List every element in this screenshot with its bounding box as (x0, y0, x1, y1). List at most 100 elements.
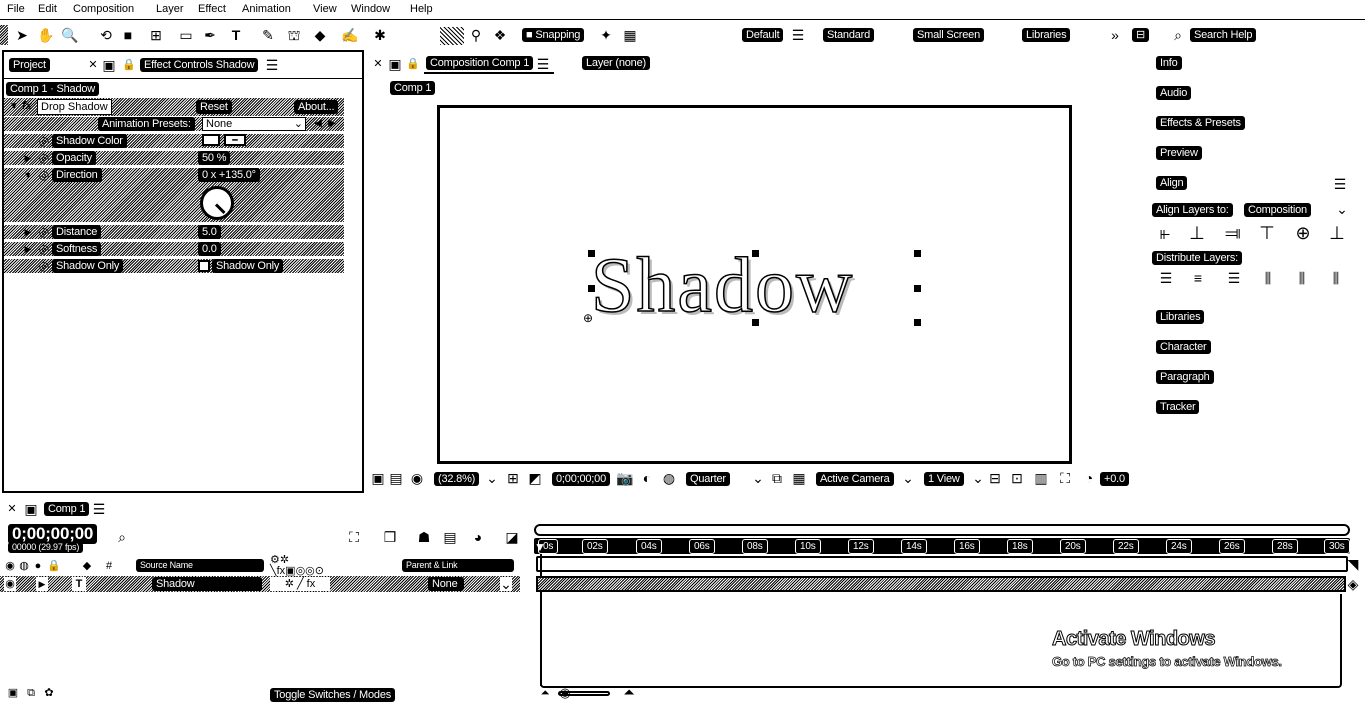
collapse-triangle-icon[interactable]: ▼ (8, 98, 20, 116)
tab-composition[interactable]: Composition Comp 1 (426, 56, 534, 70)
pan-behind-icon[interactable]: ⊞ (146, 25, 166, 45)
toggle-pixel-icon[interactable]: ⊟ (986, 470, 1004, 486)
zoom-tool-icon[interactable]: 🔍 (60, 25, 80, 45)
stopwatch-icon[interactable]: ◎ (38, 259, 50, 273)
panel-effects-presets[interactable]: Effects & Presets (1156, 116, 1245, 130)
eye-icon[interactable]: ◉ (4, 577, 16, 591)
comp-chip[interactable]: Comp 1 (390, 81, 436, 95)
layer-switches-icon[interactable]: ✲ ╱ fx (270, 577, 330, 591)
snap-grid-icon[interactable]: ▦ (620, 25, 640, 45)
close-icon[interactable]: ✕ (86, 56, 100, 74)
stopwatch-icon[interactable]: ◎ (38, 151, 50, 165)
distribute-h-center-icon[interactable]: ⫼ (1292, 268, 1312, 288)
world-axis-icon[interactable]: ❖ (490, 25, 510, 45)
align-left-icon[interactable]: ⫦ (1154, 222, 1176, 244)
playhead-icon[interactable]: ▼ (534, 540, 546, 554)
flowchart-icon[interactable]: ⛶ (1056, 470, 1074, 486)
pen-tool-icon[interactable]: ✒ (200, 25, 220, 45)
layer-duration-bar[interactable] (536, 576, 1346, 592)
switches-icon[interactable]: ⚙✲ ╲fx▣◎◎⊙ (270, 555, 330, 577)
mask-icon[interactable]: ◩ (526, 470, 544, 486)
reset-button[interactable]: Reset (196, 100, 232, 114)
always-preview-icon[interactable]: ▣ (370, 470, 386, 486)
region-of-interest-icon[interactable]: ⧉ (768, 470, 786, 486)
search-icon[interactable]: ⌕ (112, 528, 132, 546)
fast-preview-icon[interactable]: ⊡ (1008, 470, 1026, 486)
align-right-icon[interactable]: ⫥ (1222, 222, 1244, 244)
toggle-switches-modes-button[interactable]: Toggle Switches / Modes (270, 688, 396, 702)
menu-effect[interactable]: Effect (198, 3, 226, 15)
stopwatch-icon[interactable]: ◎ (38, 242, 50, 256)
camera-track-icon[interactable]: ■ (118, 25, 138, 45)
workspace-menu-icon[interactable]: ☰ (790, 25, 806, 45)
distribute-bottom-icon[interactable]: ☰ (1224, 268, 1244, 288)
time-ruler[interactable]: 0s 02s 04s 06s 08s 10s 12s 14s 16s 18s 2… (534, 538, 1350, 554)
panel-align[interactable]: Align (1156, 176, 1188, 190)
workspace-libraries[interactable]: Libraries (1022, 28, 1071, 42)
zoom-slider-thumb-icon[interactable]: ◉ (558, 685, 572, 699)
lock-icon[interactable]: 🔒 (47, 559, 61, 573)
solo-icon[interactable]: ● (32, 559, 44, 573)
align-bottom-icon[interactable]: ⊥ (1326, 222, 1348, 244)
lock-icon[interactable]: 🔒 (122, 56, 136, 74)
rectangle-tool-icon[interactable]: ▭ (176, 25, 196, 45)
timeline-icon[interactable]: ▥ (1032, 470, 1050, 486)
distribute-right-icon[interactable]: ⫼ (1326, 268, 1346, 288)
eyedropper-icon[interactable]: ━ (224, 134, 246, 146)
layer-name[interactable]: Shadow (152, 577, 262, 591)
distribute-top-icon[interactable]: ☰ (1156, 268, 1176, 288)
tab-effect-controls[interactable]: Effect Controls Shadow (140, 58, 259, 72)
magnification-dropdown[interactable]: (32.8%) (434, 472, 480, 486)
shadow-only-checkbox[interactable] (198, 260, 210, 272)
close-icon[interactable]: ✕ (372, 56, 384, 72)
bound-handle[interactable] (914, 319, 921, 326)
panel-preview[interactable]: Preview (1156, 146, 1202, 160)
col-parent[interactable]: Parent & Link (402, 559, 514, 572)
panel-menu-icon[interactable]: ☰ (92, 501, 106, 517)
search-help-field[interactable]: Search Help (1190, 28, 1257, 42)
draft-3d-icon[interactable]: ❒ (380, 528, 400, 546)
snap-icon[interactable]: ✦ (596, 25, 616, 45)
chevron-down-icon[interactable]: ⌄ (1336, 201, 1348, 217)
chevron-down-icon[interactable]: ⌄ (500, 577, 512, 591)
menu-window[interactable]: Window (351, 3, 390, 15)
fx-toggle[interactable]: fx (22, 100, 32, 112)
resolution-dropdown[interactable]: Quarter (686, 472, 730, 486)
snapshot-icon[interactable]: 📷 (616, 470, 634, 486)
chevron-down-icon[interactable]: ⌄ (752, 470, 764, 486)
axis-icon[interactable]: ⚲ (466, 25, 486, 45)
roto-brush-icon[interactable]: ✍ (340, 25, 360, 45)
comp-mini-flowchart-icon[interactable]: ⛶ (344, 528, 364, 546)
comp-button-icon[interactable]: ◈ (1346, 576, 1360, 592)
panel-character[interactable]: Character (1156, 340, 1211, 354)
distribute-v-center-icon[interactable]: ≡ (1188, 268, 1208, 288)
collapse-triangle-icon[interactable]: ▼ (22, 168, 34, 182)
graph-editor-icon[interactable]: ◪ (502, 528, 522, 546)
layer-switch-icon[interactable]: ▣ (6, 686, 20, 700)
exposure-value[interactable]: +0.0 (1100, 472, 1129, 486)
distribute-left-icon[interactable]: ⫼ (1258, 268, 1278, 288)
current-time-display[interactable]: 0;00;00;00 (552, 472, 610, 486)
bound-handle[interactable] (914, 285, 921, 292)
layer-expand-icon[interactable]: ▶ (36, 577, 48, 591)
panel-menu-icon[interactable]: ☰ (264, 56, 280, 74)
hand-tool-icon[interactable]: ✋ (36, 25, 56, 45)
selection-tool-icon[interactable]: ➤ (12, 25, 32, 45)
softness-value[interactable]: 0.0 (198, 242, 221, 256)
direction-dial[interactable] (200, 186, 234, 220)
render-time-icon[interactable]: ✿ (42, 686, 56, 700)
chevron-down-icon[interactable]: ⌄ (486, 470, 498, 486)
panel-audio[interactable]: Audio (1156, 86, 1192, 100)
exposure-icon[interactable]: ◔ (1080, 470, 1098, 486)
direction-value[interactable]: 0 x +135.0° (198, 168, 260, 182)
stopwatch-icon[interactable]: ◎ (38, 134, 50, 148)
puppet-tool-icon[interactable]: ✱ (370, 25, 390, 45)
snapping-toggle[interactable]: ■ Snapping (522, 28, 585, 42)
camera-dropdown[interactable]: Active Camera (816, 472, 894, 486)
menu-edit[interactable]: Edit (38, 3, 57, 15)
workspace-small-screen[interactable]: Small Screen (913, 28, 985, 42)
transparency-grid-icon[interactable]: ▦ (790, 470, 808, 486)
menu-view[interactable]: View (313, 3, 337, 15)
color-swatch[interactable] (202, 134, 220, 146)
layer-row[interactable]: ◉ ▶ T Shadow ✲ ╱ fx None ⌄ (0, 576, 520, 592)
